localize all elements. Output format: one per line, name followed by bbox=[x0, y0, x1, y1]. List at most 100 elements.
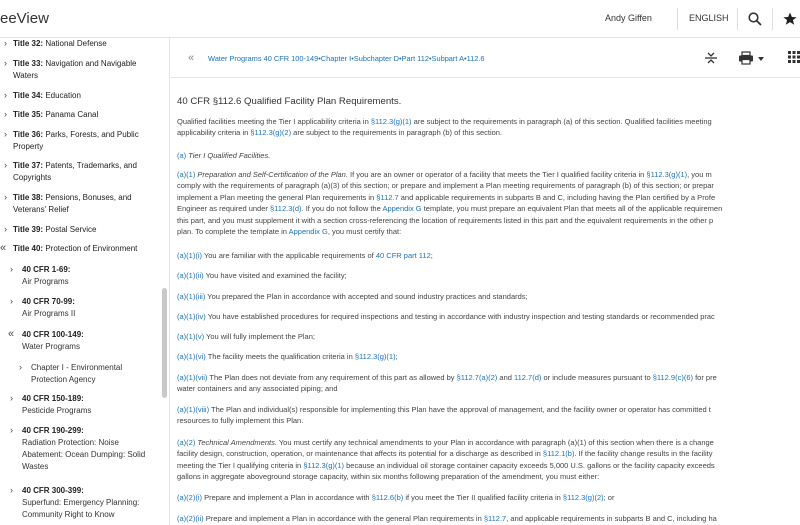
citation-link[interactable]: §112.1(b) bbox=[543, 449, 575, 458]
paragraph-ref-link[interactable]: (a)(1) bbox=[177, 170, 195, 179]
toc-title-name: Navigation and Navigable bbox=[43, 59, 137, 68]
chevron-right-icon: › bbox=[10, 296, 13, 306]
chevron-right-icon: › bbox=[19, 362, 22, 372]
paragraph-a2-ii: (a)(2)(ii) Prepare and implement a Plan … bbox=[177, 514, 717, 523]
paragraph-a1-vi: (a)(1)(vi) The facility meets the qualif… bbox=[177, 352, 398, 361]
toc-title-name: Patents, Trademarks, and bbox=[43, 161, 137, 170]
header-divider bbox=[677, 8, 678, 30]
chevron-right-icon: › bbox=[10, 425, 13, 435]
paragraph-a1: (a)(1) Preparation and Self-Certificatio… bbox=[177, 170, 723, 237]
user-menu[interactable]: Andy Giffen bbox=[605, 13, 652, 23]
paragraph-ref-link[interactable]: (a)(2) bbox=[177, 438, 195, 447]
paragraph-ref-link[interactable]: (a)(2)(ii) bbox=[177, 514, 204, 523]
toc-part-name: Air Programs II bbox=[22, 309, 76, 318]
header-divider bbox=[772, 8, 773, 30]
toc-part-name: Radiation Protection: Noise bbox=[22, 438, 119, 447]
paragraph-a1-vii: (a)(1)(vii) The Plan does not deviate fr… bbox=[177, 373, 717, 394]
toc-title-number: Title 33: bbox=[13, 59, 44, 68]
paragraph-ref-link[interactable]: (a)(1)(ii) bbox=[177, 271, 204, 280]
section-title: 40 CFR §112.6 Qualified Facility Plan Re… bbox=[177, 96, 402, 107]
citation-link[interactable]: 112.7(d) bbox=[514, 373, 541, 382]
citation-link[interactable]: §112.3(g)(1) bbox=[371, 117, 412, 126]
toc-title-number: Title 35: bbox=[13, 110, 44, 119]
chevron-right-icon: › bbox=[4, 90, 7, 100]
citation-link[interactable]: §112.6(b) bbox=[372, 493, 404, 502]
toc-title-name: Panama Canal bbox=[43, 110, 99, 119]
language-selector[interactable]: ENGLISH bbox=[689, 13, 729, 23]
citation-link[interactable]: §112.9(c)(6) bbox=[653, 373, 693, 382]
paragraph-ref-link[interactable]: (a)(1)(iv) bbox=[177, 312, 206, 321]
toc-title-name: Education bbox=[43, 91, 81, 100]
toc-title-number: Title 38: bbox=[13, 193, 44, 202]
chevron-down-icon[interactable] bbox=[758, 57, 764, 61]
adjust-icon[interactable] bbox=[704, 51, 718, 65]
toc-title-name: Protection of Environment bbox=[43, 244, 138, 253]
toc-part-number: 40 CFR 1-69: bbox=[22, 265, 71, 274]
search-icon[interactable] bbox=[747, 11, 763, 27]
toc-title-name-cont: Waters bbox=[13, 71, 39, 80]
citation-link[interactable]: §112.7(a)(2) bbox=[457, 373, 498, 382]
intro-paragraph: Qualified facilities meeting the Tier I … bbox=[177, 117, 712, 138]
toc-title-number: Title 39: bbox=[13, 225, 44, 234]
citation-link[interactable]: §112.3(g)(1) bbox=[355, 352, 396, 361]
citation-link[interactable]: §112.3(g)(1) bbox=[646, 170, 687, 179]
appendix-link[interactable]: Appendix G bbox=[289, 227, 328, 236]
toc-title-number: Title 40: bbox=[13, 244, 44, 253]
collapse-icon: « bbox=[0, 242, 7, 254]
paragraph-ref-link[interactable]: (a)(1)(vi) bbox=[177, 352, 206, 361]
grid-icon[interactable] bbox=[788, 51, 800, 63]
toc-sidebar: › Title 32: National Defense › Title 33:… bbox=[0, 38, 170, 525]
citation-link[interactable]: §112.3(d) bbox=[270, 204, 302, 213]
chevron-right-icon: › bbox=[4, 192, 7, 202]
toc-part-number: 40 CFR 150-189: bbox=[22, 394, 84, 403]
toc-chapter-name: Chapter I - Environmental bbox=[31, 363, 123, 372]
scrollbar-thumb[interactable] bbox=[162, 288, 167, 398]
chevron-right-icon: › bbox=[10, 264, 13, 274]
toc-part-number: 40 CFR 300-399: bbox=[22, 486, 84, 495]
citation-link[interactable]: §112.7 bbox=[484, 514, 506, 523]
paragraph-a1-i: (a)(1)(i) You are familiar with the appl… bbox=[177, 251, 433, 260]
citation-link[interactable]: 40 CFR part 112 bbox=[376, 251, 431, 260]
toc-title-name-cont: Copyrights bbox=[13, 173, 52, 182]
toc-part-number: 40 CFR 190-299: bbox=[22, 426, 84, 435]
header-divider bbox=[737, 8, 738, 30]
collapse-sidebar-icon[interactable]: « bbox=[188, 52, 194, 64]
document-content: 40 CFR §112.6 Qualified Facility Plan Re… bbox=[171, 79, 800, 525]
app-logo[interactable]: eeView bbox=[0, 10, 49, 27]
appendix-link[interactable]: Appendix G bbox=[382, 204, 421, 213]
paragraph-a1-ii: (a)(1)(ii) You have visited and examined… bbox=[177, 271, 347, 280]
toc-part-name: Water Programs bbox=[22, 342, 80, 351]
toc-part-name-cont: Wastes bbox=[22, 462, 49, 471]
paragraph-a-heading: (a) Tier I Qualified Facilities. bbox=[177, 151, 271, 160]
toc-title-number: Title 37: bbox=[13, 161, 44, 170]
toc-part-name-cont: Abatement: Ocean Dumping: Solid bbox=[22, 450, 146, 459]
citation-link[interactable]: §112.3(g)(2) bbox=[250, 128, 291, 137]
paragraph-ref-link[interactable]: (a) bbox=[177, 151, 186, 160]
breadcrumb[interactable]: Water Programs 40 CFR 100-149•Chapter I•… bbox=[208, 54, 485, 63]
toc-title-name-cont: Property bbox=[13, 142, 44, 151]
paragraph-ref-link[interactable]: (a)(1)(viii) bbox=[177, 405, 209, 414]
toc-part-name-cont: Community Right to Know bbox=[22, 510, 115, 519]
citation-link[interactable]: §112.7 bbox=[376, 193, 398, 202]
paragraph-ref-link[interactable]: (a)(2)(i) bbox=[177, 493, 202, 502]
paragraph-a1-v: (a)(1)(v) You will fully implement the P… bbox=[177, 332, 315, 341]
paragraph-ref-link[interactable]: (a)(1)(v) bbox=[177, 332, 204, 341]
paragraph-a1-iv: (a)(1)(iv) You have established procedur… bbox=[177, 312, 715, 321]
paragraph-a2: (a)(2) Technical Amendments. You must ce… bbox=[177, 438, 715, 482]
toc-part-name: Air Programs bbox=[22, 277, 69, 286]
toc-chapter-name-cont: Protection Agency bbox=[31, 375, 96, 384]
toc-title-name: Pensions, Bonuses, and bbox=[43, 193, 132, 202]
print-icon[interactable] bbox=[738, 51, 754, 65]
citation-link[interactable]: §112.3(g)(1) bbox=[303, 461, 344, 470]
toc-part-number: 40 CFR 70-99: bbox=[22, 297, 75, 306]
sidebar-scrollbar[interactable] bbox=[162, 38, 167, 525]
paragraph-ref-link[interactable]: (a)(1)(i) bbox=[177, 251, 202, 260]
toc-title-name: Parks, Forests, and Public bbox=[43, 130, 139, 139]
chevron-right-icon: › bbox=[4, 224, 7, 234]
star-icon[interactable] bbox=[782, 11, 798, 27]
toc-part-number: 40 CFR 100-149: bbox=[22, 330, 84, 339]
paragraph-ref-link[interactable]: (a)(1)(vii) bbox=[177, 373, 207, 382]
toc-part-name: Superfund: Emergency Planning: bbox=[22, 498, 140, 507]
citation-link[interactable]: §112.3(g)(2) bbox=[563, 493, 604, 502]
paragraph-ref-link[interactable]: (a)(1)(iii) bbox=[177, 292, 205, 301]
